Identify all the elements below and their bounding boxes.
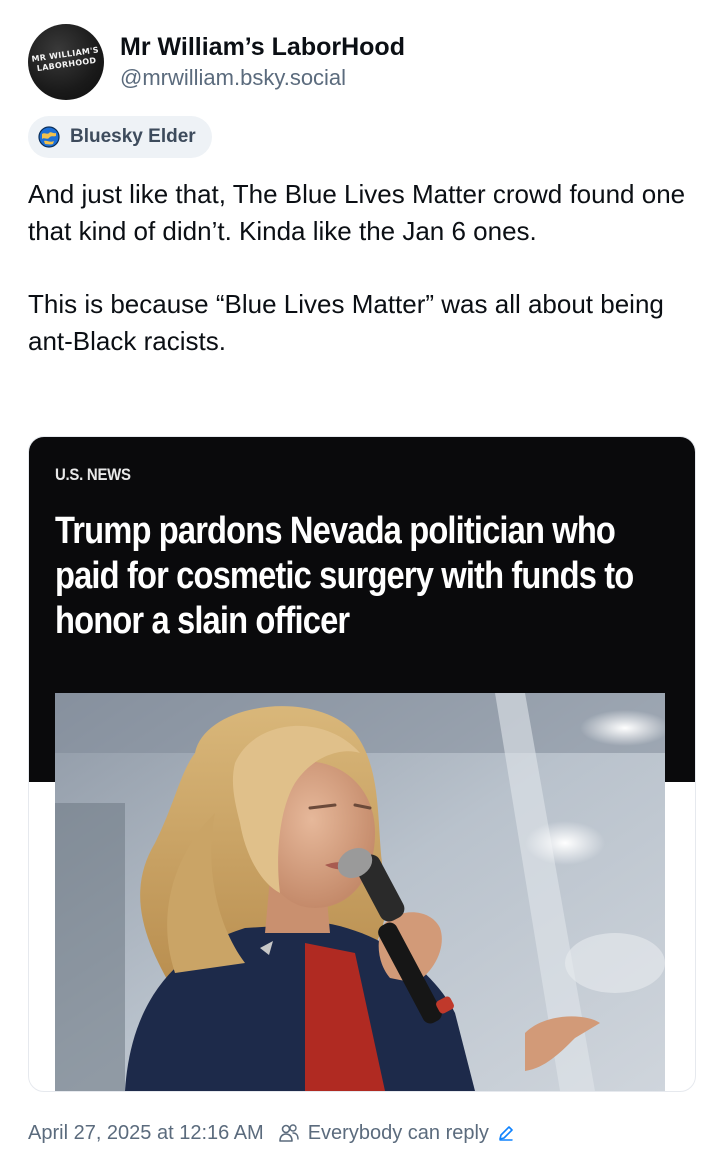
post-paragraph-1: And just like that, The Blue Lives Matte… [28,179,686,246]
author-handle[interactable]: @mrwilliam.bsky.social [120,63,405,93]
post-card: MR WILLIAM'S LABORHOOD Mr William’s Labo… [0,0,720,1154]
embed-section-label: U.S. NEWS [55,465,131,484]
avatar[interactable]: MR WILLIAM'S LABORHOOD [28,24,104,100]
author-display-name[interactable]: Mr William’s LaborHood [120,31,405,63]
reply-setting-label: Everybody can reply [307,1121,489,1144]
embed-photo-illustration [55,693,665,1091]
post-paragraph-2: This is because “Blue Lives Matter” was … [28,289,664,356]
post-text: And just like that, The Blue Lives Matte… [28,176,698,396]
people-icon [278,1124,299,1142]
embed-photo [55,693,665,1091]
avatar-logo-text: MR WILLIAM'S LABORHOOD [31,45,100,74]
pencil-icon[interactable] [497,1124,515,1142]
post-header: MR WILLIAM'S LABORHOOD Mr William’s Labo… [28,24,405,100]
author-identity: Mr William’s LaborHood @mrwilliam.bsky.s… [120,31,405,93]
post-footer: April 27, 2025 at 12:16 AM Everybody can… [28,1116,515,1150]
reply-settings[interactable]: Everybody can reply [278,1122,515,1145]
link-embed-card[interactable]: U.S. NEWS Trump pardons Nevada politicia… [28,436,696,1092]
badge-label: Bluesky Elder [70,126,196,147]
embed-headline: Trump pardons Nevada politician who paid… [55,510,634,642]
elder-badge[interactable]: Bluesky Elder [28,116,212,158]
post-timestamp[interactable]: April 27, 2025 at 12:16 AM [28,1122,264,1145]
globe-icon [38,126,60,148]
